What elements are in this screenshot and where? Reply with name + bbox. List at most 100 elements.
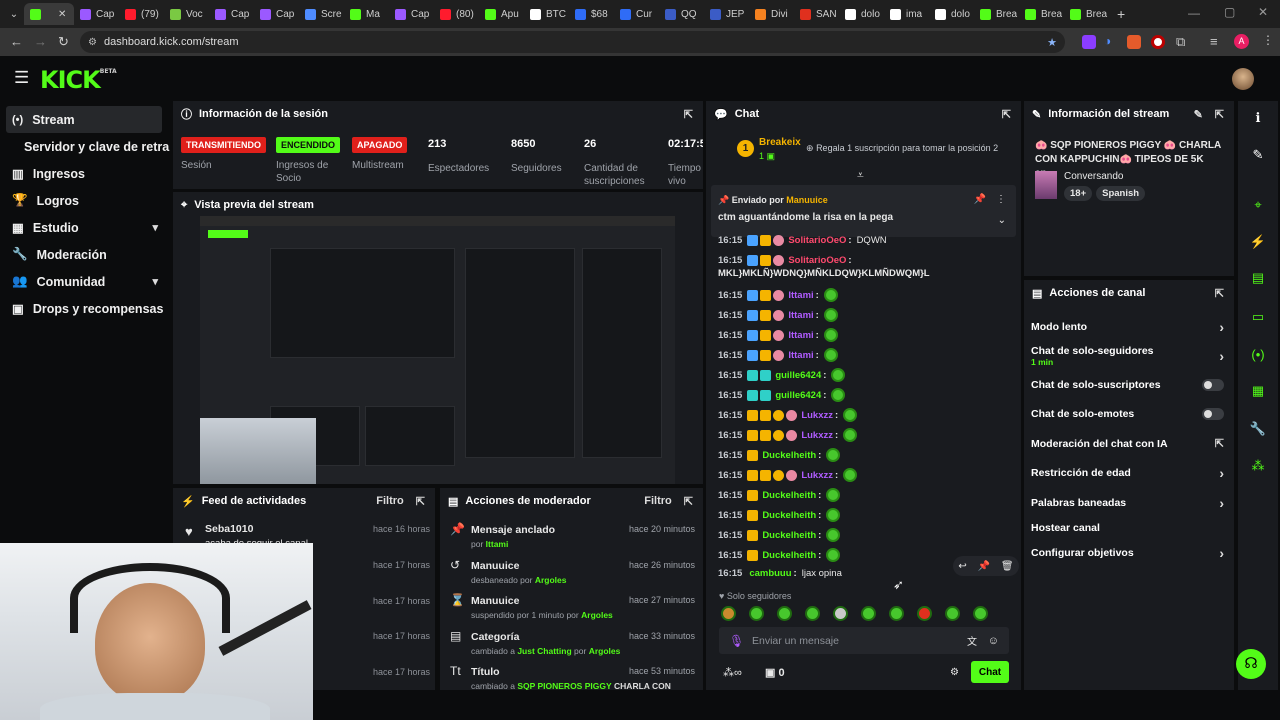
clipboard-icon[interactable]: ▤ xyxy=(1242,264,1274,292)
mod-action-target[interactable]: Ittami xyxy=(486,539,509,549)
browser-tab[interactable]: (79) xyxy=(119,3,164,25)
chat-message[interactable]: 16:15 Duckelheith: xyxy=(718,508,841,522)
chat-username[interactable]: Ittami xyxy=(788,290,813,301)
support-headset-button[interactable]: ☊ xyxy=(1236,649,1266,679)
chat-username[interactable]: guille6424 xyxy=(775,390,821,401)
chat-username[interactable]: Lukxzz xyxy=(801,430,833,441)
browser-tab[interactable]: SAN xyxy=(794,3,839,25)
chevron-right-icon[interactable]: › xyxy=(1219,495,1224,511)
mod-action-title[interactable]: Categoría xyxy=(471,631,519,643)
toggle-switch[interactable] xyxy=(1202,407,1224,420)
chat-message[interactable]: 16:15 Ittami: xyxy=(718,288,838,302)
channel-action-item[interactable]: Restricción de edad › xyxy=(1024,460,1224,485)
emote-picker-icon[interactable] xyxy=(945,606,960,621)
chat-message[interactable]: 16:15 Lukxzz: xyxy=(718,428,858,442)
browser-tab[interactable]: $68 xyxy=(569,3,614,25)
emote-picker-icon[interactable] xyxy=(861,606,876,621)
chat-message[interactable]: 16:15 guille6424: xyxy=(718,368,846,382)
emote-picker-icon[interactable] xyxy=(721,606,736,621)
stream-preview-video[interactable] xyxy=(200,216,675,484)
extension-ublock-icon[interactable] xyxy=(1151,35,1165,49)
popout-icon[interactable]: ⇱ xyxy=(684,108,693,121)
chat-message[interactable]: 16:15 Duckelheith: xyxy=(718,488,841,502)
kick-logo[interactable]: KICKBETA xyxy=(40,66,117,94)
browser-tab[interactable]: Cur xyxy=(614,3,659,25)
extensions-puzzle-icon[interactable]: ⧉ xyxy=(1176,34,1185,50)
chat-message[interactable]: 16:15 Lukxzz: xyxy=(718,408,858,422)
mod-action-title[interactable]: Manuuice xyxy=(471,595,519,607)
chevron-right-icon[interactable]: › xyxy=(1219,465,1224,481)
chat-username[interactable]: Ittami xyxy=(788,330,813,341)
wrench-icon[interactable]: 🔧 xyxy=(1242,415,1274,443)
collapse-icon[interactable]: ⩡ xyxy=(857,168,864,183)
sidebar-item-drops[interactable]: ▣ Drops y recompensas xyxy=(0,295,170,322)
chat-username[interactable]: Duckelheith xyxy=(762,490,816,501)
pin-icon[interactable]: 📌 xyxy=(978,561,990,572)
filter-button[interactable]: Filtro xyxy=(644,495,672,507)
kick-points-icon[interactable]: ⁂∞ xyxy=(723,666,742,679)
chat-message[interactable]: 16:15 Ittami: xyxy=(718,348,838,362)
browser-tab[interactable]: Cap xyxy=(74,3,119,25)
sidebar-item-ingresos[interactable]: ▥ Ingresos xyxy=(0,160,170,187)
send-chat-button[interactable]: Chat xyxy=(971,661,1009,683)
chevron-down-icon[interactable]: ⌄ xyxy=(998,215,1006,226)
browser-tab[interactable]: ima xyxy=(884,3,929,25)
info-icon[interactable]: ℹ xyxy=(1242,104,1274,132)
channel-action-item[interactable]: Chat de solo-seguidores 1 min › xyxy=(1024,343,1224,368)
new-tab-icon[interactable]: + xyxy=(1117,6,1125,22)
extension-icon[interactable] xyxy=(1082,35,1096,49)
edit-icon[interactable]: ✎ xyxy=(1194,108,1203,121)
mod-action-target[interactable]: SQP PIONEROS PIGGY xyxy=(517,681,611,690)
sidebar-item-comunidad[interactable]: 👥 Comunidad ▾ xyxy=(0,268,170,295)
mod-action-target[interactable]: Argoles xyxy=(581,610,613,620)
lightning-icon[interactable]: ⚡ xyxy=(1242,228,1274,256)
browser-tab[interactable]: (80) xyxy=(434,3,479,25)
chat-username[interactable]: SolitarioOeO xyxy=(788,255,846,266)
browser-tab[interactable]: Brea xyxy=(1064,3,1109,25)
mod-action-title[interactable]: Título xyxy=(471,666,500,678)
chat-username[interactable]: guille6424 xyxy=(775,370,821,381)
browser-tab[interactable]: dolo xyxy=(839,3,884,25)
chat-username[interactable]: cambuuu xyxy=(749,568,791,579)
close-window-icon[interactable]: ✕ xyxy=(1258,5,1268,19)
back-icon[interactable]: ← xyxy=(10,34,23,49)
unpin-icon[interactable]: 📌 xyxy=(974,194,986,205)
target-icon[interactable]: ⌖ xyxy=(1242,191,1274,219)
filter-button[interactable]: Filtro xyxy=(376,495,404,507)
bookmark-star-icon[interactable]: ★ xyxy=(1047,36,1057,49)
channel-action-item[interactable]: Palabras baneadas › xyxy=(1024,490,1224,515)
mod-action-title[interactable]: Mensaje anclado xyxy=(471,524,555,536)
microphone-icon[interactable]: 🎙 xyxy=(729,634,744,648)
channel-action-item[interactable]: Chat de solo-suscriptores xyxy=(1024,372,1224,397)
chat-username[interactable]: Duckelheith xyxy=(762,550,816,561)
chat-message[interactable]: 16:15 Ittami: xyxy=(718,328,838,342)
browser-tab[interactable]: Brea xyxy=(974,3,1019,25)
extension-audio-icon[interactable]: ◑ xyxy=(1104,34,1111,48)
emote-picker-icon[interactable] xyxy=(833,606,848,621)
pinned-message[interactable]: 📌 Enviado por Manuuice ctm aguantándome … xyxy=(711,185,1016,237)
browser-tab[interactable]: QQ xyxy=(659,3,704,25)
broadcast-icon[interactable]: (•) xyxy=(1242,340,1274,368)
browser-tab[interactable]: BTC xyxy=(524,3,569,25)
users-icon[interactable]: ⁂ xyxy=(1242,452,1274,480)
chat-username[interactable]: Lukxzz xyxy=(801,410,833,421)
browser-tab[interactable]: Cap xyxy=(209,3,254,25)
popout-icon[interactable]: ⇱ xyxy=(1215,108,1224,121)
mod-action-title[interactable]: Manuuice xyxy=(471,560,519,572)
chat-username[interactable]: Lukxzz xyxy=(801,470,833,481)
tab-active-kick[interactable]: ✕ xyxy=(24,3,74,25)
browser-tab[interactable]: Brea xyxy=(1019,3,1064,25)
chat-username[interactable]: Duckelheith xyxy=(762,510,816,521)
profile-avatar[interactable]: A xyxy=(1234,34,1249,49)
channel-action-item[interactable]: Configurar objetivos › xyxy=(1024,540,1224,565)
popout-icon[interactable]: ⇱ xyxy=(1002,108,1011,121)
chevron-right-icon[interactable]: › xyxy=(1219,348,1224,364)
mod-action-target[interactable]: Just Chatting xyxy=(517,646,571,656)
emote-picker-icon[interactable] xyxy=(749,606,764,621)
channel-action-item[interactable]: Hostear canal xyxy=(1024,515,1224,540)
chat-message[interactable]: 16:15 Duckelheith: xyxy=(718,528,841,542)
chat-input-field[interactable]: 🎙 Enviar un mensaje 文 ☺ xyxy=(719,627,1009,654)
emote-picker-icon[interactable] xyxy=(777,606,792,621)
browser-tab[interactable]: Scre xyxy=(299,3,344,25)
browser-tab[interactable]: Divi xyxy=(749,3,794,25)
